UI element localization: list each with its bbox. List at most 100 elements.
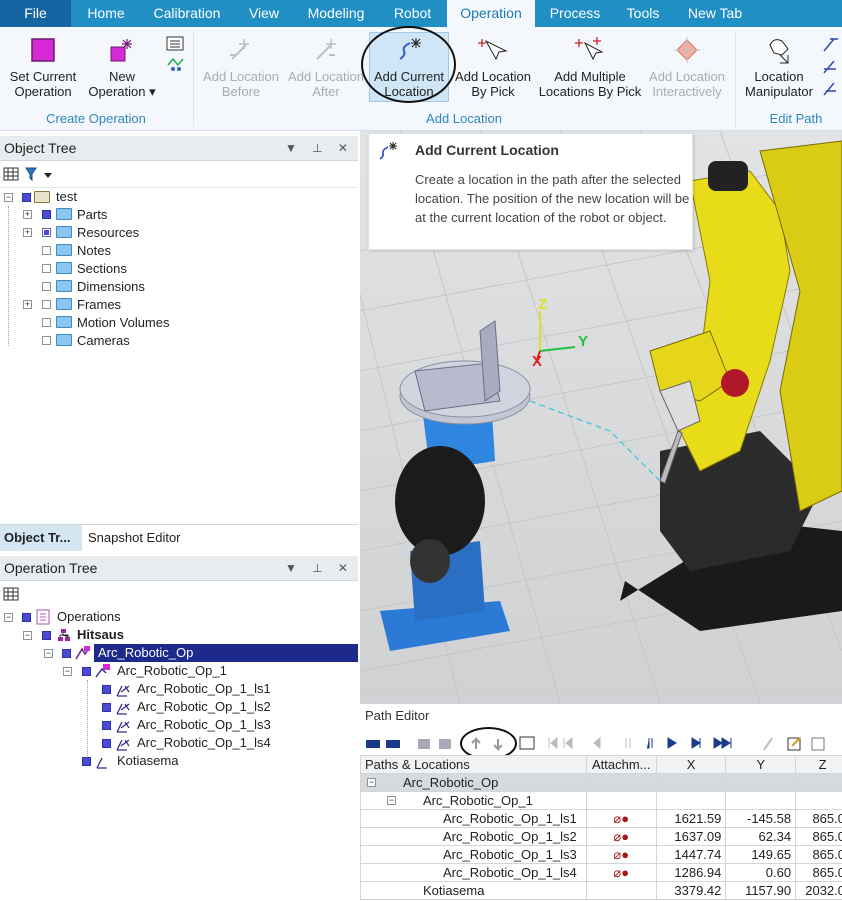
tree-item-hitsaus[interactable]: Hitsaus	[77, 626, 124, 644]
tree-item-test[interactable]: test	[56, 188, 77, 206]
visibility-checkbox[interactable]	[22, 613, 31, 622]
row-name: Arc_Robotic_Op_1	[423, 793, 533, 808]
tree-item-dimensions[interactable]: Dimensions	[77, 278, 145, 296]
tree-item-location-4[interactable]: Arc_Robotic_Op_1_ls4	[137, 734, 271, 752]
add-before-label-1: Add Location	[203, 69, 279, 84]
visibility-checkbox[interactable]	[22, 193, 31, 202]
add-multiple-locations-button[interactable]: Add Multiple Locations By Pick	[535, 35, 645, 99]
add-location-after-button[interactable]: Add Location After	[284, 35, 368, 99]
cell-y: -145.58	[725, 809, 797, 828]
tree-item-parts[interactable]: Parts	[77, 206, 107, 224]
collapse-toggle[interactable]: −	[23, 631, 32, 640]
visibility-checkbox[interactable]	[62, 649, 71, 658]
tree-item-notes[interactable]: Notes	[77, 242, 111, 260]
table-row[interactable]: Arc_Robotic_Op_1_ls1 ⌀● 1621.59 -145.58 865…	[360, 809, 842, 828]
collapse-toggle[interactable]: −	[63, 667, 72, 676]
set-current-operation-button[interactable]: Set Current Operation	[4, 35, 82, 99]
visibility-checkbox[interactable]	[42, 210, 51, 219]
path-editor-toolbar-icons[interactable]	[360, 730, 842, 756]
cell-y: 0.60	[725, 863, 797, 882]
tree-item-motion-volumes[interactable]: Motion Volumes	[77, 314, 170, 332]
tree-item-cameras[interactable]: Cameras	[77, 332, 130, 350]
home-location-icon	[96, 757, 107, 769]
table-row[interactable]: Kotiasema 3379.42 1157.90 2032.0	[360, 881, 842, 900]
table-row[interactable]: − Arc_Robotic_Op_1	[360, 791, 842, 810]
collapse-toggle[interactable]: −	[44, 649, 53, 658]
tree-item-location-2[interactable]: Arc_Robotic_Op_1_ls2	[137, 698, 271, 716]
axis-label-x: X	[532, 353, 543, 370]
panel-controls-icon[interactable]: ▼ ⊥ ✕	[285, 556, 354, 581]
visibility-checkbox[interactable]	[42, 631, 51, 640]
visibility-checkbox[interactable]	[42, 336, 51, 345]
tree-item-kotiasema[interactable]: Kotiasema	[117, 752, 178, 770]
tree-grid-icon[interactable]	[3, 167, 19, 181]
folder-icon	[56, 244, 72, 256]
visibility-checkbox[interactable]	[102, 721, 111, 730]
menu-tab-tools[interactable]: Tools	[615, 0, 671, 27]
menu-tab-view[interactable]: View	[239, 0, 289, 27]
add-location-interactively-button[interactable]: Add Location Interactively	[642, 35, 732, 99]
tree-item-arc-robotic-op-1[interactable]: Arc_Robotic_Op_1	[117, 662, 227, 680]
edit-path-small-icons[interactable]	[820, 33, 842, 103]
cell-x: 1637.09	[655, 827, 727, 846]
table-row[interactable]: Arc_Robotic_Op_1_ls2 ⌀● 1637.09 62.34 865.0	[360, 827, 842, 846]
tree-filter-icon[interactable]	[24, 166, 54, 182]
menu-tab-file[interactable]: File	[0, 0, 71, 27]
menu-tab-robot[interactable]: Robot	[384, 0, 441, 27]
tree-item-location-1[interactable]: Arc_Robotic_Op_1_ls1	[137, 680, 271, 698]
attachment-icon: ⌀●	[585, 809, 657, 828]
location-manipulator-button[interactable]: Location Manipulator	[738, 35, 820, 99]
tree-item-sections[interactable]: Sections	[77, 260, 127, 278]
column-header[interactable]: Paths & Locations	[360, 755, 587, 774]
visibility-checkbox[interactable]	[42, 300, 51, 309]
visibility-checkbox[interactable]	[42, 318, 51, 327]
add-current-location-icon	[379, 142, 397, 160]
add-location-by-pick-button[interactable]: Add Location By Pick	[451, 35, 535, 99]
table-row[interactable]: Arc_Robotic_Op_1_ls3 ⌀● 1447.74 149.65 865.…	[360, 845, 842, 864]
collapse-toggle[interactable]: −	[4, 193, 13, 202]
column-header[interactable]: X	[655, 755, 727, 774]
small-tool-icons[interactable]	[165, 35, 185, 75]
table-row[interactable]: Arc_Robotic_Op_1_ls4 ⌀● 1286.94 0.60 865.0	[360, 863, 842, 882]
tab-snapshot-editor[interactable]: Snapshot Editor	[88, 525, 181, 551]
menu-tab-new-tab[interactable]: New Tab	[678, 0, 752, 27]
table-header-row: Paths & Locations Attachm... X Y Z	[360, 755, 842, 774]
add-multiple-icon	[575, 37, 604, 61]
visibility-checkbox[interactable]	[82, 667, 91, 676]
expand-toggle[interactable]: +	[23, 210, 32, 219]
column-header[interactable]: Z	[795, 755, 842, 774]
column-header[interactable]: Attachm...	[585, 755, 657, 774]
cell-z: 865.0	[795, 827, 842, 846]
visibility-checkbox[interactable]	[102, 685, 111, 694]
menu-tab-process[interactable]: Process	[542, 0, 608, 27]
visibility-checkbox[interactable]	[42, 282, 51, 291]
panel-controls-icon[interactable]: ▼ ⊥ ✕	[285, 136, 354, 161]
visibility-checkbox[interactable]	[42, 228, 51, 237]
tree-grid-icon[interactable]	[3, 587, 19, 601]
menu-tab-home[interactable]: Home	[77, 0, 135, 27]
visibility-checkbox[interactable]	[102, 703, 111, 712]
add-interactive-label-1: Add Location	[649, 69, 725, 84]
add-location-before-button[interactable]: Add Location Before	[198, 35, 284, 99]
expand-toggle[interactable]: +	[23, 300, 32, 309]
new-operation-button[interactable]: New Operation ▾	[84, 35, 160, 99]
table-row[interactable]: Arc_Robotic_Op −	[360, 773, 842, 792]
tree-item-arc-robotic-op[interactable]: Arc_Robotic_Op	[94, 644, 358, 662]
visibility-checkbox[interactable]	[42, 264, 51, 273]
tab-object-tree[interactable]: Object Tr...	[0, 525, 82, 551]
collapse-toggle[interactable]: −	[4, 613, 13, 622]
menu-tab-modeling[interactable]: Modeling	[296, 0, 376, 27]
tree-item-operations[interactable]: Operations	[57, 608, 121, 626]
visibility-checkbox[interactable]	[82, 757, 91, 766]
menu-tab-operation[interactable]: Operation	[447, 0, 535, 27]
add-by-pick-icon	[478, 39, 508, 61]
visibility-checkbox[interactable]	[102, 739, 111, 748]
tree-item-frames[interactable]: Frames	[77, 296, 121, 314]
menu-tab-calibration[interactable]: Calibration	[141, 0, 233, 27]
tree-item-resources[interactable]: Resources	[77, 224, 139, 242]
folder-icon	[56, 280, 72, 292]
column-header[interactable]: Y	[725, 755, 797, 774]
expand-toggle[interactable]: +	[23, 228, 32, 237]
visibility-checkbox[interactable]	[42, 246, 51, 255]
tree-item-location-3[interactable]: Arc_Robotic_Op_1_ls3	[137, 716, 271, 734]
